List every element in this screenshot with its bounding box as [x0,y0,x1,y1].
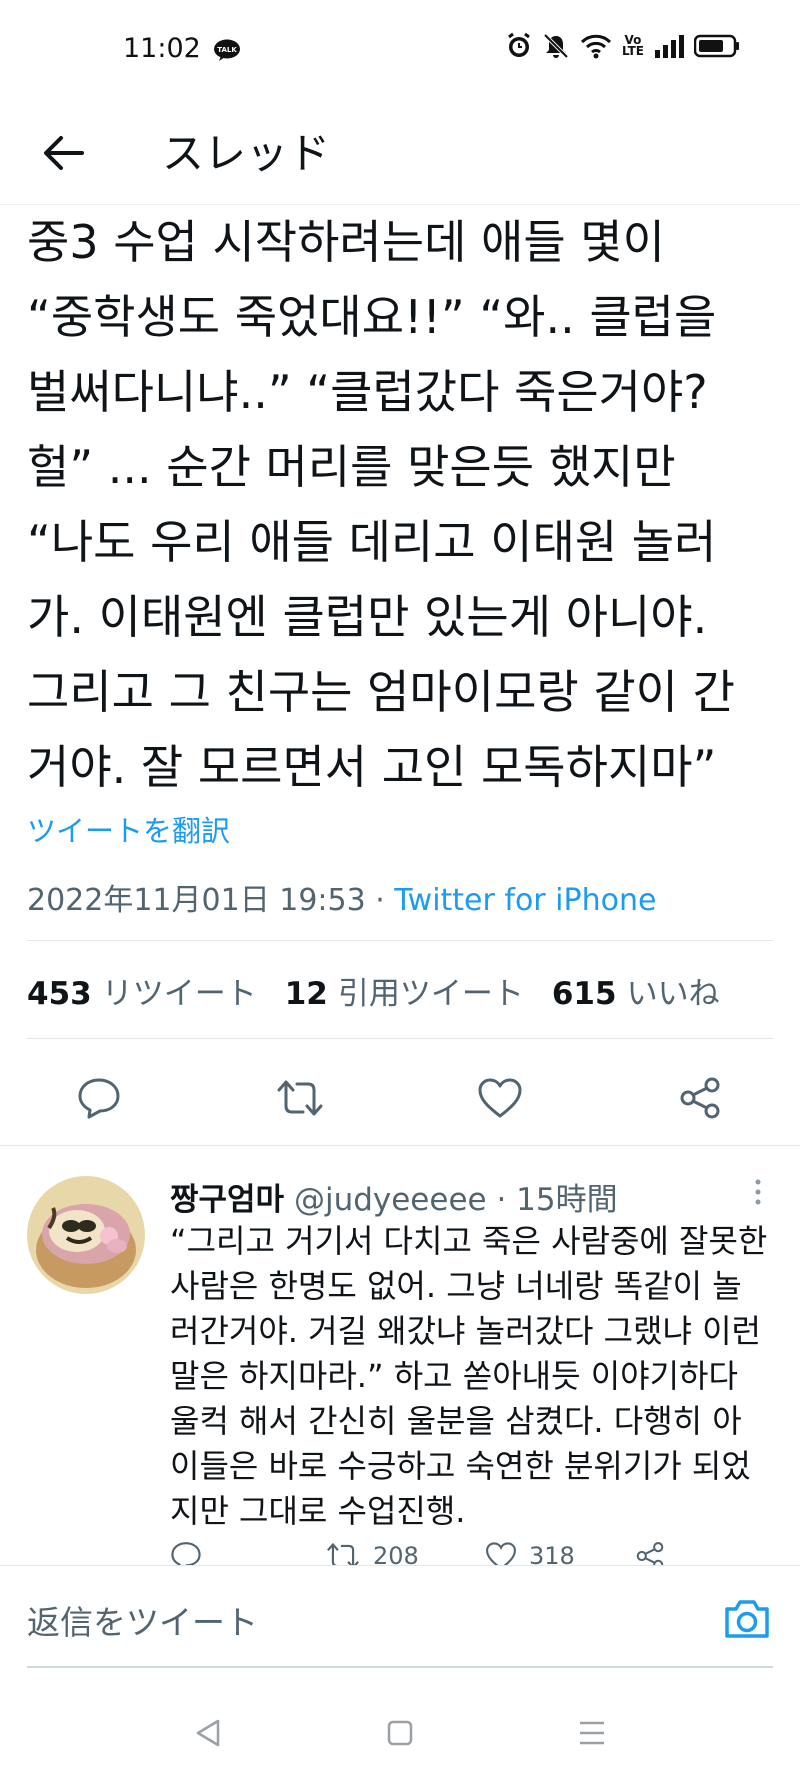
reply-header: 짱구엄마 @judyeeeee · 15時間 [170,1174,618,1219]
more-vertical-icon[interactable] [748,1176,768,1216]
reply-author-name[interactable]: 짱구엄마 [170,1182,284,1218]
tweet-meta: 2022年11月01日 19:53 · Twitter for iPhone [27,875,656,919]
share-icon [636,1542,664,1566]
divider [27,940,773,941]
reply-reply-button[interactable] [170,1541,202,1566]
nav-home-button[interactable] [380,1713,420,1753]
quotes-label: 引用ツイート [337,976,524,1012]
tweet-action-bar [0,1063,800,1133]
quotes-count: 12 [284,976,328,1012]
reply-retweet-count: 208 [373,1542,419,1566]
status-icons: Vo LTE [506,32,740,60]
status-bar: 11:02 TALK Vo LTE [0,0,800,100]
alarm-icon [508,32,530,57]
arrow-left-icon [44,136,84,170]
like-button[interactable] [475,1073,525,1123]
volte-icon: Vo LTE [621,34,644,58]
share-button[interactable] [675,1073,725,1123]
mute-icon [543,33,569,59]
triangle-back-icon [196,1719,220,1747]
avatar-image [27,1176,145,1294]
share-icon [680,1077,720,1119]
reply-icon [171,1542,201,1566]
quotes-stat[interactable]: 12 引用ツイート [285,968,524,1013]
tweet-stats: 453 リツイート 12 引用ツイート 615 いいね [27,968,720,1013]
header: スレッド [0,100,800,205]
likes-label: いいね [626,976,720,1012]
translate-tweet-link[interactable]: ツイートを翻訳 [27,808,230,850]
retweet-icon [327,1542,359,1566]
tweet-text: 중3 수업 시작하려는데 애들 몇이 “중학생도 죽었대요!!” “와.. 클럽… [27,215,735,794]
reply-action-bar: 208 318 [170,1541,770,1566]
likes-stat[interactable]: 615 いいね [552,968,720,1013]
volte-line2: LTE [621,44,644,58]
like-icon [478,1078,522,1118]
tweet-timestamp: 2022年11月01日 19:53 · [27,883,395,918]
wifi-icon [580,34,612,59]
retweets-count: 453 [27,976,92,1012]
tweet-client-link[interactable]: Twitter for iPhone [394,883,656,918]
retweets-label: リツイート [101,976,257,1012]
system-navigation-bar [0,1680,800,1778]
retweet-button[interactable] [275,1073,325,1123]
battery-icon [694,34,739,58]
reply-time: · 15時間 [486,1182,618,1218]
retweets-stat[interactable]: 453 リツイート [27,968,257,1013]
camera-icon[interactable] [722,1594,772,1644]
signal-icon [655,35,684,58]
compose-underline [27,1666,773,1668]
reply-icon [78,1078,120,1119]
avatar[interactable] [27,1176,145,1294]
talk-icon: TALK [214,39,240,61]
divider [27,1038,773,1039]
reply-retweet-button[interactable]: 208 [325,1541,419,1566]
back-button[interactable] [38,128,88,178]
menu-icon [580,1721,604,1745]
nav-back-button[interactable] [188,1713,228,1753]
reply-tweet[interactable]: 짱구엄마 @judyeeeee · 15時間 “그리고 거기서 다치고 죽은 사… [0,1145,800,1566]
status-time: 11:02 [123,33,201,64]
reply-share-button[interactable] [635,1541,665,1566]
reply-like-count: 318 [529,1542,575,1566]
reply-like-button[interactable]: 318 [485,1541,575,1566]
reply-author-handle[interactable]: @judyeeeee [294,1182,487,1218]
page-title: スレッド [162,129,331,178]
reply-compose-input[interactable]: 返信をツイート [27,1596,258,1644]
retweet-icon [277,1080,323,1116]
nav-menu-button[interactable] [572,1713,612,1753]
like-icon [486,1542,516,1566]
reply-compose-bar: 返信をツイート [0,1565,800,1671]
likes-count: 615 [551,976,617,1012]
square-home-icon [387,1720,413,1746]
reply-button[interactable] [74,1073,124,1123]
reply-text: “그리고 거기서 다치고 죽은 사람중에 잘못한 사람은 한명도 없어. 그냥 … [170,1222,768,1530]
talk-badge-text: TALK [217,46,237,54]
